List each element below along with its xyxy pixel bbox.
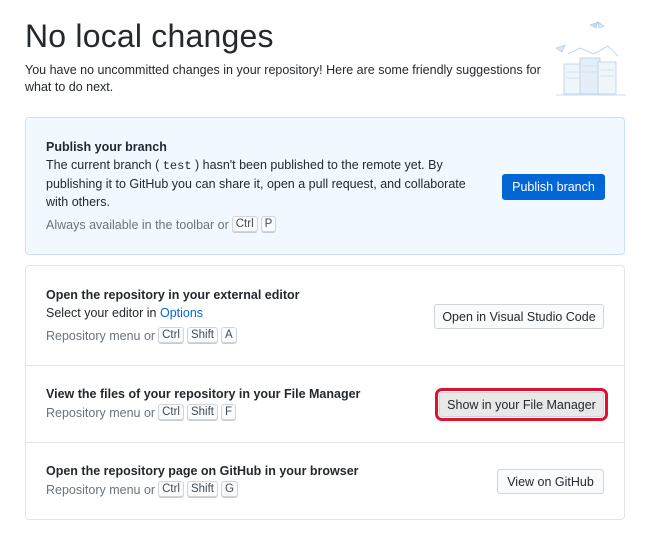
github-title: Open the repository page on GitHub in yo…	[46, 464, 359, 478]
page-title: No local changes	[25, 18, 274, 54]
kbd-shift: Shift	[186, 404, 218, 421]
kbd-g: G	[220, 481, 238, 498]
page-subtitle: You have no uncommitted changes in your …	[25, 63, 541, 94]
kbd-ctrl: Ctrl	[231, 216, 258, 233]
file-manager-section: View the files of your repository in you…	[26, 366, 624, 443]
publish-title: Publish your branch	[46, 140, 167, 154]
kbd-ctrl: Ctrl	[158, 481, 184, 498]
view-on-github-button[interactable]: View on GitHub	[497, 469, 604, 494]
kbd-a: A	[220, 327, 237, 344]
kbd-ctrl: Ctrl	[158, 327, 184, 344]
suggestions-card: Open the repository in your external edi…	[25, 265, 625, 520]
publish-branch-card: Publish your branch The current branch (…	[25, 117, 625, 255]
show-in-file-manager-button[interactable]: Show in your File Manager	[435, 388, 608, 421]
publish-hint: Always available in the toolbar or Ctrl …	[46, 216, 277, 233]
kbd-ctrl: Ctrl	[158, 404, 184, 421]
files-title: View the files of your repository in you…	[46, 387, 361, 401]
kbd-shift: Shift	[186, 481, 218, 498]
kbd-f: F	[220, 404, 237, 421]
empty-state-illustration	[555, 21, 626, 96]
kbd-shift: Shift	[186, 327, 218, 344]
branch-name: test	[162, 159, 192, 173]
github-section: Open the repository page on GitHub in yo…	[26, 443, 624, 520]
publish-branch-button[interactable]: Publish branch	[502, 174, 605, 200]
files-hint: Repository menu or Ctrl Shift F	[46, 404, 237, 421]
github-hint: Repository menu or Ctrl Shift G	[46, 481, 238, 498]
editor-hint: Repository menu or Ctrl Shift A	[46, 327, 237, 344]
open-in-editor-button[interactable]: Open in Visual Studio Code	[434, 304, 604, 329]
editor-section: Open the repository in your external edi…	[26, 266, 624, 366]
editor-description: Select your editor in Options	[46, 306, 204, 320]
kbd-p: P	[260, 216, 277, 233]
options-link[interactable]: Options	[160, 306, 203, 320]
publish-description: The current branch ( test ) hasn't been …	[46, 158, 466, 209]
editor-title: Open the repository in your external edi…	[46, 288, 300, 302]
